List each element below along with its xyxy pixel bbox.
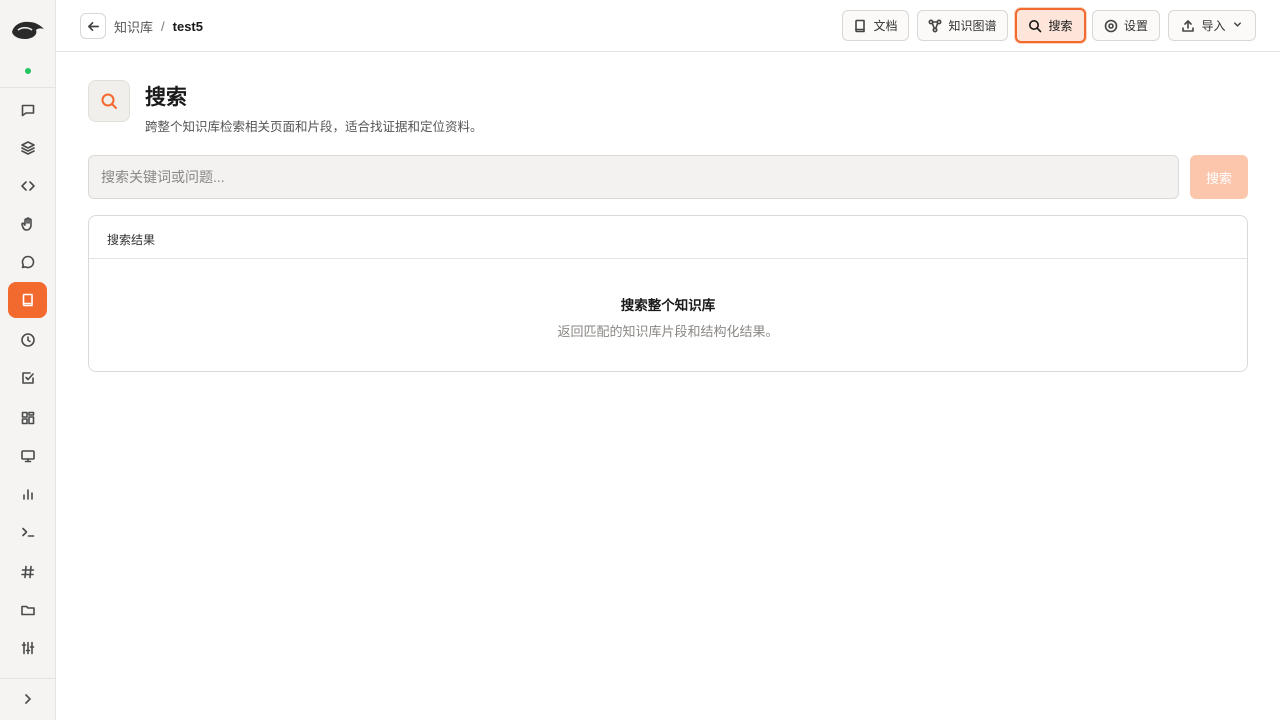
graph-icon [928,18,942,33]
sidebar-item-knowledge-base[interactable] [8,282,47,318]
chevron-right-icon [24,694,31,704]
sidebar-item-chat[interactable] [8,92,47,128]
layers-icon [20,141,35,155]
search-icon [1029,19,1042,32]
sidebar-expand-button[interactable] [8,684,47,714]
checkbox-icon [21,372,34,384]
book-icon [22,293,33,307]
results-header: 搜索结果 [89,216,1247,259]
search-button[interactable]: 搜索 [1190,155,1248,199]
page-search-icon-box [88,80,130,122]
clock-icon [20,333,35,347]
message-icon [21,255,34,269]
knowledge-graph-button[interactable]: 知识图谱 [917,10,1008,41]
docs-label: 文档 [873,19,898,33]
sidebar-item-layers[interactable] [8,130,47,166]
sliders-icon [21,641,34,655]
settings-label: 设置 [1123,19,1148,33]
search-tab-button[interactable]: 搜索 [1015,8,1086,43]
breadcrumb-current: test5 [172,19,203,34]
search-tab-label: 搜索 [1048,19,1073,33]
top-bar: 知识库 / test5 文档 知识图谱 搜索 设置 导入 [56,0,1280,52]
search-results-panel: 搜索结果 搜索整个知识库 返回匹配的知识库片段和结构化结果。 [88,215,1248,372]
sidebar-item-monitor[interactable] [8,438,47,474]
sidebar-item-analytics[interactable] [8,476,47,512]
import-label: 导入 [1201,19,1226,33]
search-icon [101,93,117,109]
sidebar-item-settings[interactable] [8,630,47,666]
settings-button[interactable]: 设置 [1092,10,1160,41]
hash-icon [20,565,34,579]
breadcrumb: 知识库 / test5 [114,17,203,36]
upload-icon [1182,19,1195,32]
book-icon [855,19,866,32]
sidebar-item-hash[interactable] [8,554,47,590]
terminal-icon [21,527,34,537]
folder-icon [20,605,35,616]
arrow-left-icon [87,21,99,31]
search-input[interactable] [88,155,1179,199]
knowledge-graph-label: 知识图谱 [948,19,997,33]
page-subtitle: 跨整个知识库检索相关页面和片段，适合找证据和定位资料。 [145,120,483,134]
grid-icon [21,411,34,425]
sidebar-item-terminal[interactable] [8,514,47,550]
page-title: 搜索 [145,86,187,109]
sidebar-item-hand[interactable] [8,206,47,242]
sidebar-item-history[interactable] [8,322,47,358]
empty-state-description: 返回匹配的知识库片段和结构化结果。 [557,324,779,339]
breadcrumb-parent[interactable]: 知识库 [114,17,153,36]
breadcrumb-separator: / [161,19,165,34]
sidebar-item-message[interactable] [8,244,47,280]
import-button[interactable]: 导入 [1168,10,1256,41]
back-button[interactable] [80,13,106,39]
monitor-icon [20,450,35,463]
sidebar-item-code[interactable] [8,168,47,204]
empty-state-title: 搜索整个知识库 [620,298,716,313]
chat-icon [21,104,34,117]
hand-icon [20,217,32,231]
sidebar-item-apps[interactable] [8,400,47,436]
sidebar [0,0,56,720]
bar-chart-icon [22,489,33,500]
code-icon [20,181,35,191]
sidebar-item-tasks[interactable] [8,360,47,396]
sidebar-item-files[interactable] [8,592,47,628]
app-logo-icon[interactable] [10,16,46,42]
sidebar-divider-bottom [0,678,55,679]
docs-button[interactable]: 文档 [842,10,909,41]
gear-icon [1104,19,1118,32]
status-indicator [25,68,31,74]
sidebar-divider [0,87,55,88]
chevron-down-icon [1232,19,1243,33]
